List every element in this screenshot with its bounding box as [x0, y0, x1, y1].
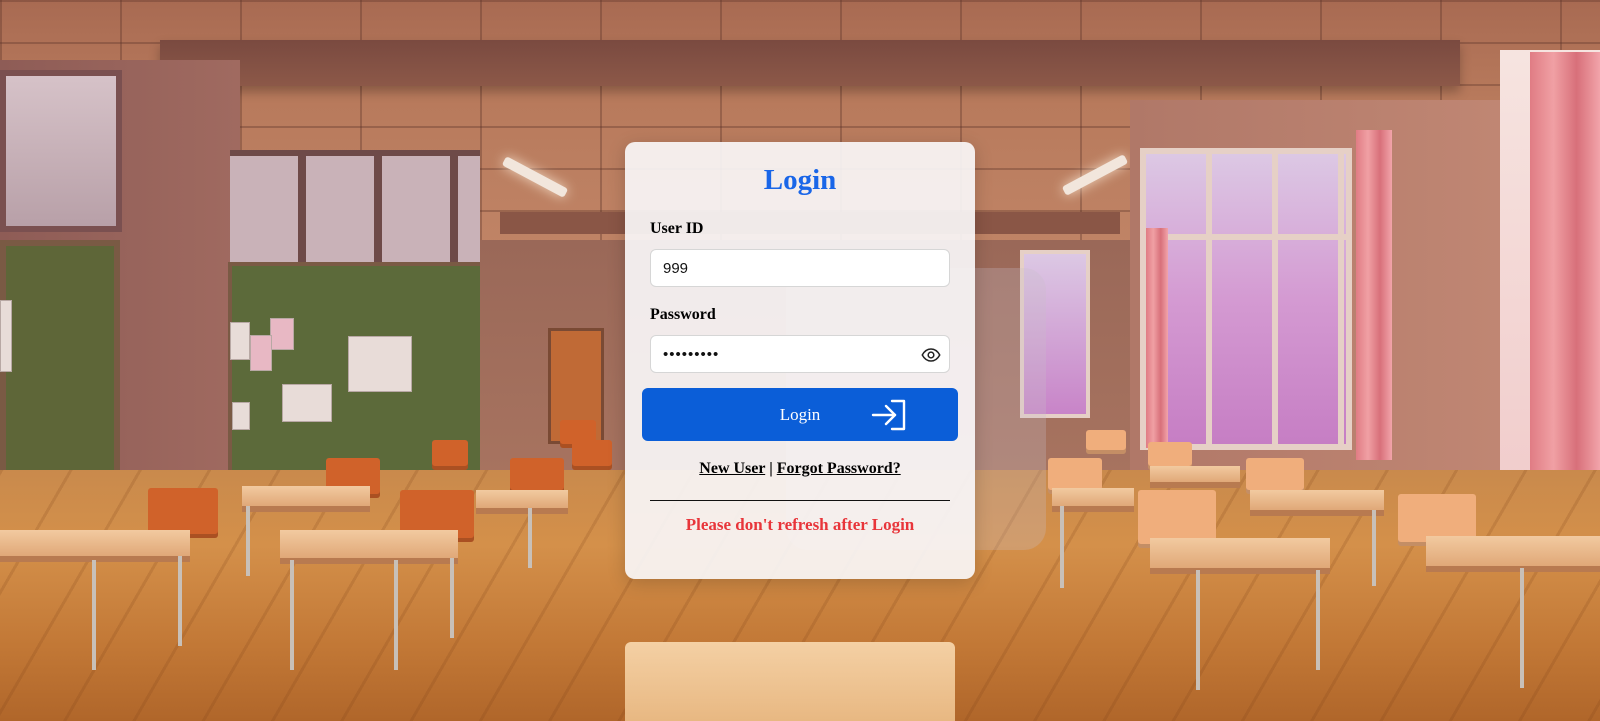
account-links: New User | Forgot Password?: [625, 460, 975, 478]
desk: [1052, 488, 1134, 512]
eye-icon[interactable]: [921, 345, 941, 365]
desk-leg: [178, 556, 182, 646]
divider: [650, 500, 950, 501]
poster: [230, 322, 250, 360]
curtain: [1356, 130, 1392, 460]
front-desk: [625, 642, 955, 721]
login-card: Login User ID Password Login New User | …: [625, 142, 975, 579]
desk: [1150, 538, 1330, 574]
poster: [270, 318, 294, 350]
password-input[interactable]: [650, 335, 950, 373]
desk-leg: [1372, 510, 1376, 586]
desk-leg: [290, 560, 294, 670]
desk: [476, 490, 568, 514]
desk-leg: [1060, 506, 1064, 588]
poster: [232, 402, 250, 430]
curtain: [1530, 52, 1600, 492]
new-user-link[interactable]: New User: [699, 460, 765, 477]
desk-leg: [1196, 570, 1200, 690]
desk-leg: [246, 506, 250, 576]
poster: [0, 300, 12, 372]
password-label: Password: [650, 306, 716, 323]
desk-leg: [450, 558, 454, 638]
desk: [242, 486, 370, 512]
poster: [348, 336, 412, 392]
forgot-password-link[interactable]: Forgot Password?: [777, 460, 901, 477]
desk-leg: [1316, 570, 1320, 670]
login-title: Login: [763, 164, 837, 196]
desk: [1426, 536, 1600, 572]
desk-leg: [1520, 568, 1524, 688]
desk-leg: [394, 560, 398, 670]
desk-leg: [92, 560, 96, 670]
poster: [282, 384, 332, 422]
desk: [1250, 490, 1384, 516]
user-id-input[interactable]: [650, 249, 950, 287]
left-window: [0, 70, 122, 232]
chair: [1086, 430, 1126, 454]
login-button[interactable]: Login: [642, 388, 958, 441]
window: [1140, 148, 1352, 450]
poster: [250, 335, 272, 371]
chair: [572, 440, 612, 470]
chair: [510, 458, 564, 494]
chair: [432, 440, 468, 470]
curtain: [1146, 228, 1168, 448]
login-arrow-icon: [870, 398, 908, 432]
desk: [1150, 466, 1240, 488]
link-separator: |: [769, 460, 773, 477]
refresh-warning: Please don't refresh after Login: [685, 515, 915, 534]
desk: [280, 530, 458, 564]
user-id-label: User ID: [650, 220, 704, 237]
desk: [0, 530, 190, 562]
chair: [1246, 458, 1304, 494]
desk-leg: [528, 508, 532, 568]
login-button-label: Login: [779, 405, 821, 424]
ceiling-beam: [160, 40, 1460, 86]
